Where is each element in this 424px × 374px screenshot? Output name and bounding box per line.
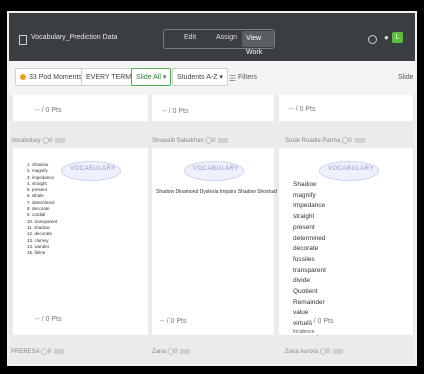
points-label: -- / 0 Pts — [35, 107, 62, 114]
student-card-2[interactable]: VOCABULARY Shadow Dinamond Dyslexia Impa… — [152, 148, 318, 336]
avatar[interactable]: L — [392, 32, 403, 43]
mode-edit-tab[interactable]: Edit — [184, 34, 196, 41]
document-icon — [19, 35, 27, 45]
points-label: -- / 0 Pts — [160, 318, 187, 325]
people-icon[interactable]: ● — [384, 33, 389, 42]
status-badge — [180, 348, 191, 354]
filter-icon[interactable]: ☰ — [229, 74, 236, 83]
card-top-left[interactable]: -- / 0 Pts — [13, 95, 148, 121]
points-label: -- / 0 Pts — [162, 108, 189, 115]
vocabulary-logo: VOCABULARY — [319, 161, 379, 181]
points-label: -- / 0 Pts — [35, 316, 62, 323]
filters-button[interactable]: Filters — [238, 74, 257, 81]
status-badge — [54, 348, 65, 354]
help-icon[interactable] — [368, 35, 377, 44]
student-work-grid: -- / 0 Pts -- / 0 Pts -- / 0 Pts ▲ Vocab… — [9, 95, 415, 364]
mode-view-work-tab[interactable]: View Work — [242, 31, 274, 56]
slide-title: Shuwaib Sabakhan ◯0 — [152, 137, 229, 144]
sort-dropdown[interactable]: Students A-Z ▾ — [172, 68, 228, 86]
points-label: -- / 0 Pts — [289, 106, 316, 113]
status-badge — [354, 137, 365, 143]
trailing-word: Incidence — [293, 329, 315, 335]
app-window: Vocabulary_Prediction Data Edit Assign V… — [7, 11, 417, 366]
word-list: 1. Shadow 2. magnify 3. impedance 4. str… — [27, 162, 58, 256]
card-top-right[interactable]: -- / 0 Pts ▲ — [279, 95, 413, 121]
document-title: Vocabulary_Prediction Data — [31, 34, 118, 41]
slide-title: Zana ◯0 — [152, 348, 191, 355]
slide-title: PRERESA ◯0 — [11, 348, 65, 355]
slide-title: Susie Roadie Parma ◯0 — [285, 137, 365, 144]
status-badge — [218, 137, 229, 143]
class-color-dot — [20, 74, 26, 81]
slide-title: Zana Aurora ◯0 — [285, 348, 343, 355]
slide-button[interactable]: Slide — [398, 74, 414, 81]
student-card-3[interactable]: VOCABULARY Shadow magnify Impedance stra… — [279, 148, 413, 335]
status-badge — [332, 348, 343, 354]
student-card-1[interactable]: VOCABULARY 1. Shadow 2. magnify 3. imped… — [13, 148, 148, 335]
top-bar: Vocabulary_Prediction Data Edit Assign V… — [9, 13, 415, 61]
vocabulary-logo: VOCABULARY — [184, 161, 244, 181]
slide-all-dropdown[interactable]: Slide All ▾ — [131, 68, 172, 86]
vocabulary-logo: VOCABULARY — [61, 161, 121, 181]
card-top-middle[interactable]: -- / 0 Pts — [152, 95, 359, 121]
word-list: Shadow magnify Impedance straight presen… — [293, 181, 326, 328]
toolbar: 33 Pod Moments ▾ EVERY TERM ✎ Slide All … — [9, 61, 415, 96]
mode-switcher: Edit Assign View Work — [163, 29, 275, 56]
points-label: -- / 0 Pts — [307, 318, 334, 325]
status-badge — [55, 137, 66, 143]
mode-assign-tab[interactable]: Assign — [216, 34, 237, 41]
slide-title: Vocabulary ◯0 — [11, 137, 66, 144]
word-line: Shadow Dinamond Dyslexia Impairs Shadow … — [156, 189, 277, 195]
